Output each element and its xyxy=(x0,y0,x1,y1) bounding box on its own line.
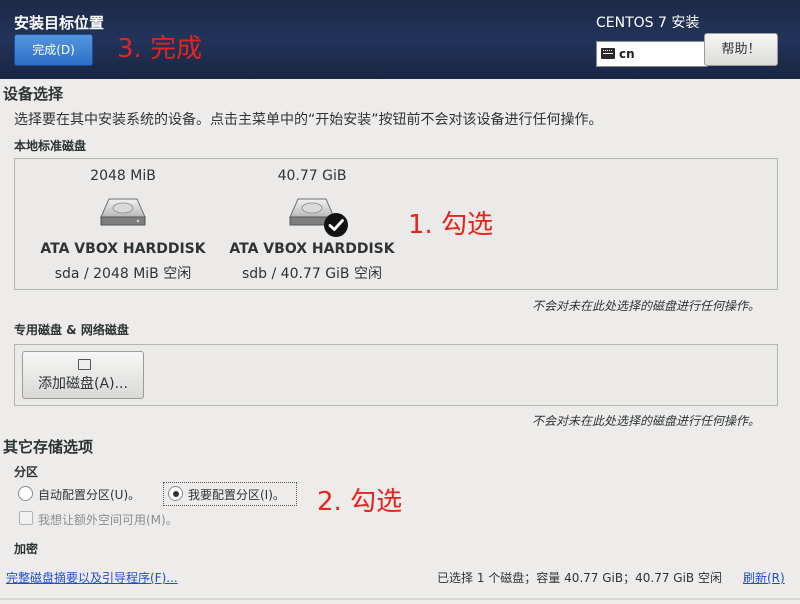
specialized-disks-label: 专用磁盘 & 网络磁盘 xyxy=(14,323,129,337)
partition-label: 分区 xyxy=(14,465,39,479)
disk-info: sda / 2048 MiB 空闲 xyxy=(54,266,192,282)
disk-sda[interactable]: 2048 MiB ATA VBOX HARDDISK sda / 2048 Mi… xyxy=(38,159,208,291)
keyboard-layout-label: cn xyxy=(619,47,635,61)
encryption-label: 加密 xyxy=(14,542,39,556)
device-selection-title: 设备选择 xyxy=(3,85,64,103)
add-disk-button[interactable]: 添加磁盘(A)... xyxy=(22,351,144,399)
disk-size: 2048 MiB xyxy=(90,168,156,184)
annotation-step2: 2. 勾选 xyxy=(317,487,403,517)
disk-add-icon xyxy=(78,359,91,370)
harddisk-icon xyxy=(100,198,146,226)
keyboard-icon xyxy=(601,48,615,59)
other-options-title: 其它存储选项 xyxy=(3,438,94,456)
selection-status: 已选择 1 个磁盘；容量 40.77 GiB；40.77 GiB 空闲 xyxy=(437,571,722,585)
extra-space-label: 我想让额外空间可用(M)。 xyxy=(38,513,178,527)
header-bar: 安装目标位置 完成(D) 3. 完成 CENTOS 7 安装 cn 帮助！ xyxy=(0,0,800,79)
refresh-link[interactable]: 刷新(R) xyxy=(743,569,785,586)
disk-sdb[interactable]: 40.77 GiB ATA VBOX HARDDISK sdb / 40.77 … xyxy=(227,159,397,291)
auto-partition-radio[interactable] xyxy=(18,486,33,501)
local-disks-panel: 2048 MiB ATA VBOX HARDDISK sda / 2048 Mi… xyxy=(14,158,778,290)
disk-size: 40.77 GiB xyxy=(277,168,347,184)
annotation-step1: 1. 勾选 xyxy=(408,210,494,240)
keyboard-layout-indicator[interactable]: cn xyxy=(596,41,708,67)
disk-summary-link[interactable]: 完整磁盘摘要以及引导程序(F)... xyxy=(6,569,178,586)
specialized-disks-panel: 添加磁盘(A)... xyxy=(14,344,778,406)
help-button[interactable]: 帮助！ xyxy=(704,33,778,66)
page-title: 安装目标位置 xyxy=(14,14,105,32)
local-disks-note: 不会对未在此处选择的磁盘进行任何操作。 xyxy=(532,299,761,313)
done-button[interactable]: 完成(D) xyxy=(14,34,93,66)
footer-divider xyxy=(0,598,800,600)
disk-model: ATA VBOX HARDDISK xyxy=(40,241,206,257)
device-selection-instruction: 选择要在其中安装系统的设备。点击主菜单中的“开始安装”按钮前不会对该设备进行任何… xyxy=(14,112,603,128)
local-disks-label: 本地标准磁盘 xyxy=(14,139,87,153)
add-disk-label: 添加磁盘(A)... xyxy=(38,376,128,392)
extra-space-checkbox[interactable] xyxy=(19,511,33,525)
manual-partition-radio[interactable] xyxy=(168,486,183,501)
annotation-step3: 3. 完成 xyxy=(117,34,203,64)
auto-partition-label: 自动配置分区(U)。 xyxy=(38,488,141,502)
specialized-disks-note: 不会对未在此处选择的磁盘进行任何操作。 xyxy=(532,414,761,428)
selected-check-icon xyxy=(324,213,348,237)
product-title: CENTOS 7 安装 xyxy=(596,15,700,31)
manual-partition-label: 我要配置分区(I)。 xyxy=(188,488,285,502)
disk-model: ATA VBOX HARDDISK xyxy=(229,241,395,257)
disk-info: sdb / 40.77 GiB 空闲 xyxy=(241,266,382,282)
